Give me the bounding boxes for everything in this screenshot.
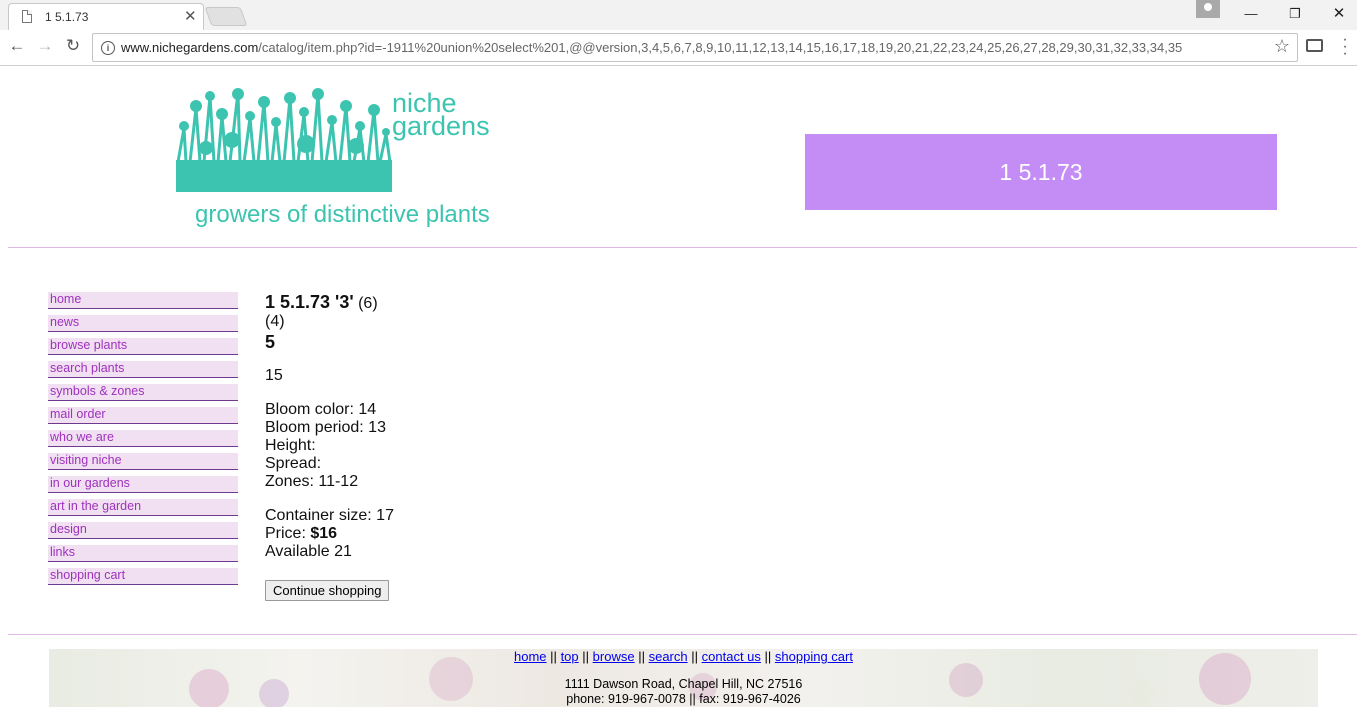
sidebar-item-news[interactable]: news	[48, 315, 238, 332]
bloom-period: Bloom period: 13	[265, 419, 386, 436]
sidebar-item-home[interactable]: home	[48, 292, 238, 309]
bookmark-star-icon[interactable]: ☆	[1274, 36, 1290, 57]
info-icon[interactable]: i	[101, 41, 115, 55]
sidebar-item-art-in-the-garden[interactable]: art in the garden	[48, 499, 238, 516]
page-title-banner: 1 5.1.73	[805, 134, 1277, 210]
sidebar-item-search-plants[interactable]: search plants	[48, 361, 238, 378]
close-tab-icon[interactable]: ✕	[184, 7, 197, 25]
sidebar-item-symbols-zones[interactable]: symbols & zones	[48, 384, 238, 401]
profile-button[interactable]	[1196, 0, 1220, 18]
new-tab-button[interactable]	[204, 7, 248, 26]
sidebar-item-shopping-cart[interactable]: shopping cart	[48, 568, 238, 585]
sidebar-item-in-our-gardens[interactable]: in our gardens	[48, 476, 238, 493]
price: Price: $16	[265, 525, 394, 543]
site-logo[interactable]: niche gardens growers of distinctive pla…	[176, 88, 506, 233]
restore-button[interactable]: ❐	[1272, 0, 1318, 28]
price-value: $16	[310, 525, 338, 542]
menu-kebab-icon[interactable]: · · ·	[1342, 32, 1348, 62]
back-button[interactable]: ←	[6, 35, 28, 57]
zones: Zones: 11-12	[265, 473, 359, 490]
footer-separator: ||	[638, 649, 645, 664]
footer-links: home || top || browse || search || conta…	[49, 649, 1318, 665]
footer-link-top[interactable]: top	[561, 649, 579, 664]
sidebar-item-design[interactable]: design	[48, 522, 238, 539]
height: Height:	[265, 437, 316, 454]
page-icon	[22, 10, 32, 23]
footer-link-shopping-cart[interactable]: shopping cart	[775, 649, 853, 664]
container-size: Container size: 17	[265, 507, 394, 524]
sidebar-nav: home news browse plants search plants sy…	[48, 292, 238, 591]
forward-button[interactable]: →	[34, 35, 56, 57]
sidebar-item-mail-order[interactable]: mail order	[48, 407, 238, 424]
footer-separator: ||	[764, 649, 772, 664]
footer-link-search[interactable]: search	[649, 649, 688, 664]
minimize-button[interactable]: —	[1228, 0, 1274, 28]
reload-button[interactable]: ↻	[62, 35, 84, 57]
plants-silhouette-icon	[176, 88, 392, 192]
continue-shopping-button[interactable]: Continue shopping	[265, 580, 390, 601]
url-path: /catalog/item.php?id=-1911%20union%20sel…	[258, 40, 1183, 55]
footer-separator: ||	[550, 649, 557, 664]
close-window-button[interactable]: ✕	[1316, 0, 1357, 28]
sidebar-item-who-we-are[interactable]: who we are	[48, 430, 238, 447]
item-description: 15	[265, 367, 283, 384]
footer-separator: ||	[691, 649, 699, 664]
sidebar-item-links[interactable]: links	[48, 545, 238, 562]
footer: home || top || browse || search || conta…	[49, 649, 1318, 707]
url-text[interactable]: www.nichegardens.com/catalog/item.php?id…	[121, 40, 1182, 55]
item-details: 1 5.1.73 '3' (6) (4) 5 15 Bloom color: 1…	[265, 293, 394, 561]
footer-link-browse[interactable]: browse	[593, 649, 635, 664]
sidebar-item-browse-plants[interactable]: browse plants	[48, 338, 238, 355]
item-paren-1: (6)	[358, 295, 378, 312]
footer-phone-fax: phone: 919-967-0078 || fax: 919-967-4026	[566, 692, 801, 706]
footer-link-contact-us[interactable]: contact us	[702, 649, 761, 664]
sidebar-item-visiting-niche[interactable]: visiting niche	[48, 453, 238, 470]
bloom-color: Bloom color: 14	[265, 401, 377, 418]
browser-toolbar: ← → ↻ i www.nichegardens.com/catalog/ite…	[0, 30, 1357, 66]
person-icon	[1204, 3, 1212, 11]
price-label: Price:	[265, 525, 306, 542]
browser-tab[interactable]: 1 5.1.73 ✕	[8, 3, 204, 30]
footer-separator: ||	[582, 649, 590, 664]
cast-icon[interactable]	[1306, 39, 1323, 52]
footer-address: 1111 Dawson Road, Chapel Hill, NC 27516	[564, 677, 803, 691]
url-host: www.nichegardens.com	[121, 40, 259, 55]
header-divider	[8, 247, 1357, 248]
tab-title: 1 5.1.73	[45, 10, 89, 24]
item-paren-2: (4)	[265, 313, 285, 330]
item-number: 5	[265, 332, 276, 352]
logo-text-gardens: gardens	[392, 111, 490, 141]
item-name: 1 5.1.73 '3'	[265, 292, 354, 312]
tab-strip: 1 5.1.73 ✕ — ❐ ✕	[0, 0, 1357, 30]
availability: Available 21	[265, 543, 352, 560]
address-bar[interactable]: i www.nichegardens.com/catalog/item.php?…	[92, 33, 1298, 62]
spread: Spread:	[265, 455, 322, 472]
logo-tagline: growers of distinctive plants	[195, 201, 490, 228]
footer-divider	[8, 634, 1357, 635]
footer-link-home[interactable]: home	[514, 649, 547, 664]
